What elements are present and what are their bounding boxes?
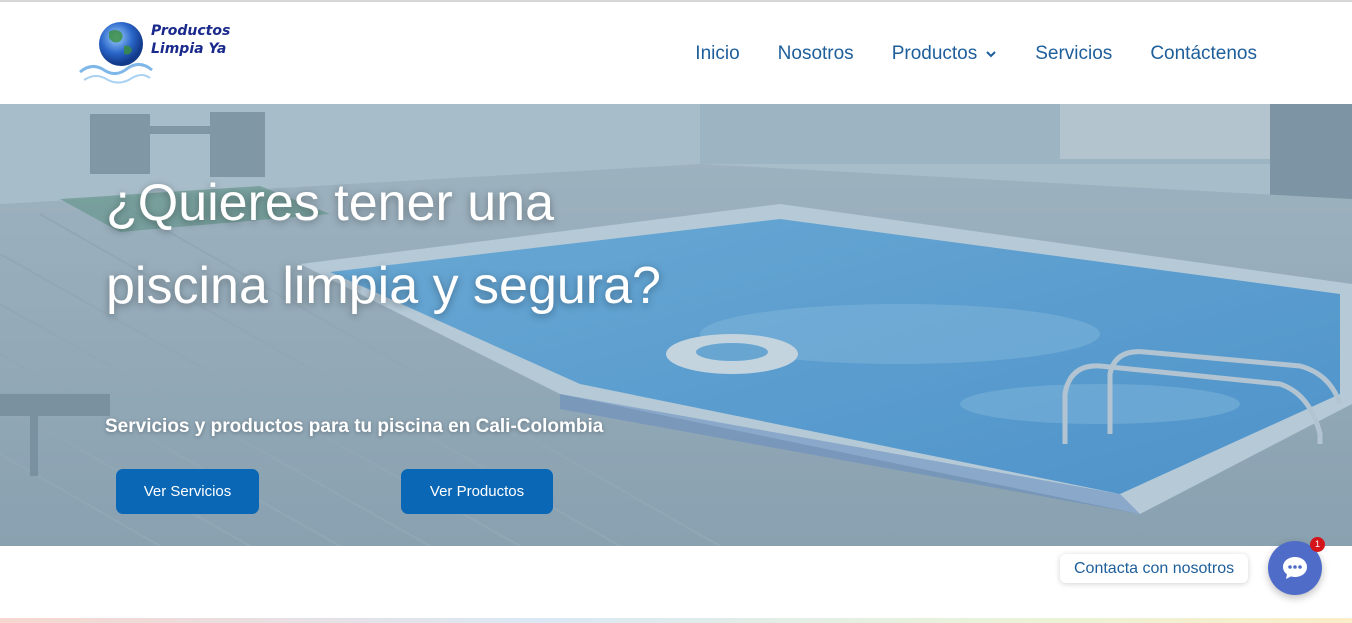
nav-label: Contáctenos xyxy=(1150,43,1257,64)
logo-text: Productos Limpia Ya xyxy=(151,22,230,58)
chat-bubble-icon xyxy=(1283,557,1307,579)
nav-label: Servicios xyxy=(1035,43,1113,64)
bottom-gradient-strip xyxy=(0,618,1352,623)
main-nav: Inicio Nosotros Productos Servicios Cont… xyxy=(695,43,1257,65)
chevron-down-icon xyxy=(986,51,996,58)
chat-label[interactable]: Contacta con nosotros xyxy=(1060,554,1249,583)
nav-item-servicios[interactable]: Servicios xyxy=(1035,43,1112,65)
nav-item-nosotros[interactable]: Nosotros xyxy=(778,43,854,65)
nav-item-productos[interactable]: Productos xyxy=(892,43,998,65)
ver-productos-button[interactable]: Ver Productos xyxy=(401,469,553,514)
site-header: Productos Limpia Ya Inicio Nosotros Prod… xyxy=(0,2,1352,104)
globe-water-icon xyxy=(79,22,153,84)
nav-label: Nosotros xyxy=(777,43,854,64)
nav-label: Productos xyxy=(891,43,978,64)
site-logo[interactable]: Productos Limpia Ya xyxy=(76,18,230,88)
nav-item-contactenos[interactable]: Contáctenos xyxy=(1150,43,1257,65)
hero-banner: ¿Quieres tener una piscina limpia y segu… xyxy=(0,104,1352,546)
logo-line2: Limpia Ya xyxy=(151,41,227,57)
nav-item-inicio[interactable]: Inicio xyxy=(695,43,739,65)
hero-subtitle: Servicios y productos para tu piscina en… xyxy=(105,416,604,437)
ver-servicios-button[interactable]: Ver Servicios xyxy=(116,469,259,514)
logo-line1: Productos xyxy=(151,23,231,39)
notification-badge: 1 xyxy=(1310,537,1325,552)
nav-label: Inicio xyxy=(695,43,740,64)
hero-title: ¿Quieres tener una piscina limpia y segu… xyxy=(106,174,661,315)
